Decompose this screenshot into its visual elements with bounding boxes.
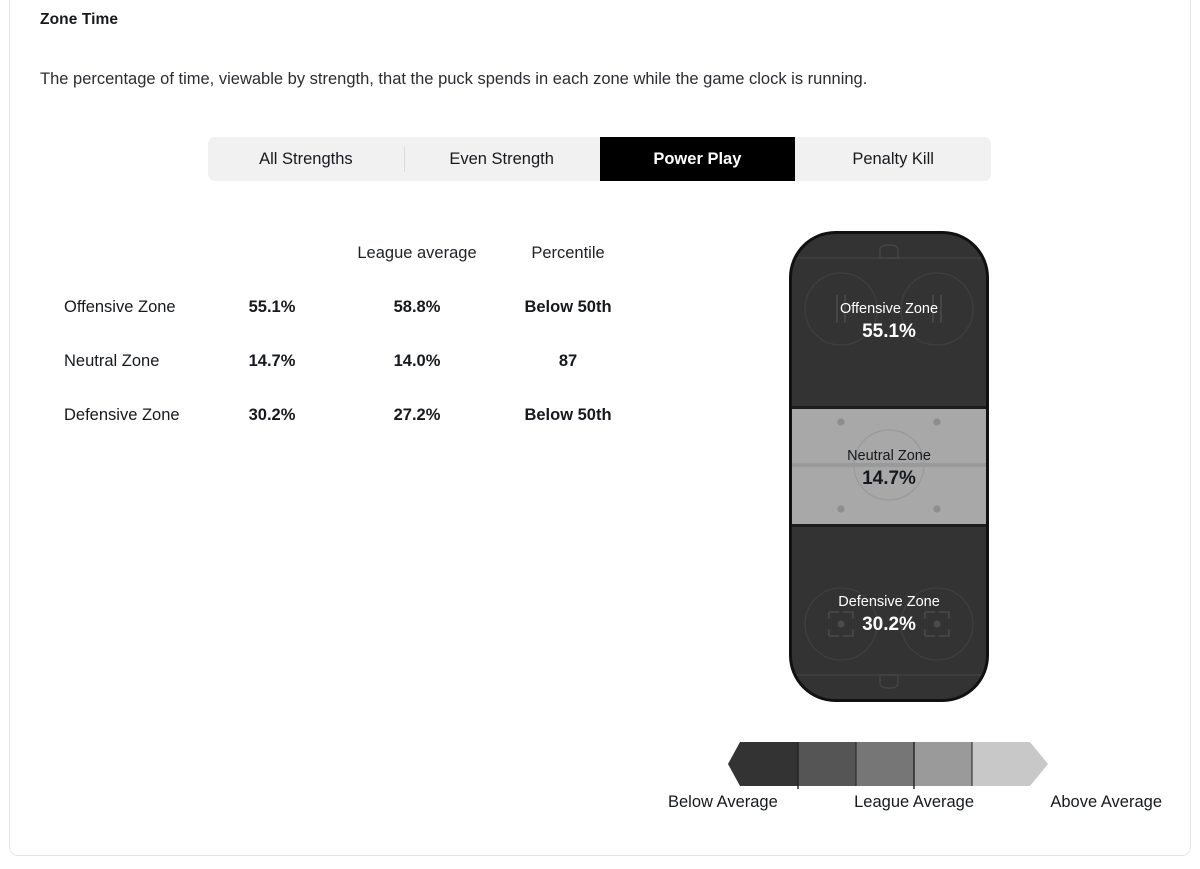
cell-neutral-zone-percentile: 87 bbox=[468, 352, 668, 371]
zone-time-table: League average Percentile Offensive Zone… bbox=[40, 244, 660, 460]
zone-time-card: Zone Time The percentage of time, viewab… bbox=[9, 0, 1191, 856]
cell-offensive-zone-value: 55.1% bbox=[226, 298, 318, 317]
legend-swatch-0 bbox=[728, 742, 798, 786]
color-scale-legend: Below Average League Average Above Avera… bbox=[710, 727, 1130, 825]
legend-swatch-2 bbox=[856, 742, 914, 786]
faceoff-dot-neutral-top-left bbox=[837, 418, 844, 425]
rink-value-defensive-zone: 30.2% bbox=[862, 614, 916, 635]
rink-diagram: Offensive Zone 55.1% Neutral Zone 14.7% … bbox=[789, 231, 989, 702]
table-header-row: League average Percentile bbox=[40, 244, 660, 298]
tab-all-strengths[interactable]: All Strengths bbox=[208, 137, 404, 181]
rink-value-offensive-zone: 55.1% bbox=[862, 321, 916, 342]
table-row: Neutral Zone 14.7% 14.0% 87 bbox=[40, 352, 660, 406]
faceoff-dot-neutral-bottom-right bbox=[933, 505, 940, 512]
rink-label-offensive-zone: Offensive Zone bbox=[840, 301, 938, 317]
legend-label-below-average: Below Average bbox=[668, 793, 778, 812]
cell-offensive-zone-percentile: Below 50th bbox=[468, 298, 668, 317]
faceoff-dot-neutral-top-right bbox=[933, 418, 940, 425]
rink-value-neutral-zone: 14.7% bbox=[862, 468, 916, 489]
tab-penalty-kill[interactable]: Penalty Kill bbox=[795, 137, 991, 181]
faceoff-dot-neutral-bottom-left bbox=[837, 505, 844, 512]
blue-line-bottom bbox=[789, 524, 989, 527]
rink-label-neutral-zone: Neutral Zone bbox=[847, 448, 931, 464]
row-label-defensive-zone: Defensive Zone bbox=[64, 406, 180, 425]
legend-swatch-3 bbox=[914, 742, 972, 786]
legend-swatch-1 bbox=[798, 742, 856, 786]
strength-tab-bar: All Strengths Even Strength Power Play P… bbox=[208, 137, 991, 181]
tab-even-strength[interactable]: Even Strength bbox=[404, 137, 600, 181]
page-description: The percentage of time, viewable by stre… bbox=[40, 70, 867, 89]
legend-label-league-average: League Average bbox=[854, 793, 974, 812]
page-title: Zone Time bbox=[40, 11, 118, 29]
legend-label-above-average: Above Average bbox=[1050, 793, 1162, 812]
row-label-neutral-zone: Neutral Zone bbox=[64, 352, 159, 371]
row-label-offensive-zone: Offensive Zone bbox=[64, 298, 176, 317]
blue-line-top bbox=[789, 406, 989, 409]
legend-swatch-4 bbox=[972, 742, 1048, 786]
cell-defensive-zone-value: 30.2% bbox=[226, 406, 318, 425]
cell-neutral-zone-value: 14.7% bbox=[226, 352, 318, 371]
table-row: Defensive Zone 30.2% 27.2% Below 50th bbox=[40, 406, 660, 460]
tab-power-play[interactable]: Power Play bbox=[600, 137, 796, 181]
rink-label-defensive-zone: Defensive Zone bbox=[838, 594, 940, 610]
legend-label-row: Below Average League Average Above Avera… bbox=[710, 793, 1130, 812]
table-row: Offensive Zone 55.1% 58.8% Below 50th bbox=[40, 298, 660, 352]
faceoff-dot-defensive-left bbox=[837, 620, 844, 627]
column-header-percentile: Percentile bbox=[468, 244, 668, 263]
faceoff-dot-defensive-right bbox=[933, 620, 940, 627]
cell-defensive-zone-percentile: Below 50th bbox=[468, 406, 668, 425]
